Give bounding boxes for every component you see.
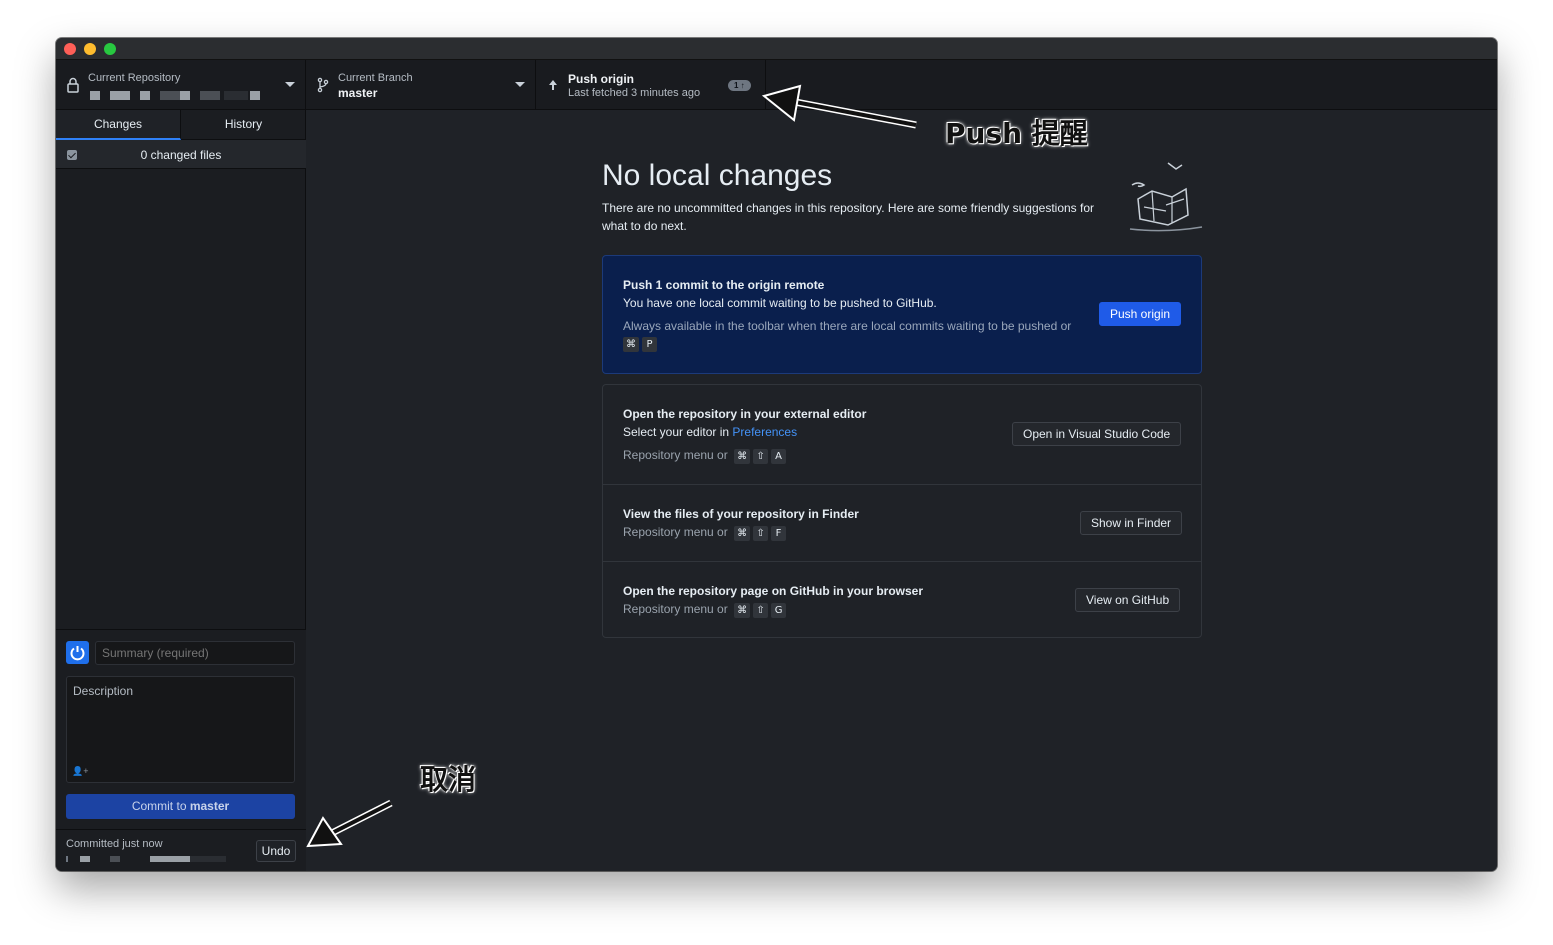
current-repository-dropdown[interactable]: Current Repository <box>56 60 306 110</box>
push-origin-title: Push origin <box>568 72 634 86</box>
close-window-button[interactable] <box>64 43 76 55</box>
changed-files-count: 0 changed files <box>140 148 222 162</box>
push-card-title: Push 1 commit to the origin remote <box>623 278 825 292</box>
p-key: P <box>642 337 657 352</box>
add-coauthor-icon[interactable]: 👤+ <box>72 766 88 777</box>
push-origin-card-button[interactable]: Push origin <box>1099 302 1182 326</box>
toolbar: Current Repository Current Branch master… <box>56 60 1497 110</box>
page-description: There are no uncommitted changes in this… <box>602 201 1095 233</box>
push-commit-card: Push 1 commit to the origin remote You h… <box>602 255 1202 374</box>
tab-history[interactable]: History <box>181 110 306 140</box>
push-reminder-annotation: Push 提醒 <box>945 117 1088 150</box>
current-branch-dropdown[interactable]: Current Branch master <box>306 60 536 110</box>
committed-just-now-text: Committed just now <box>66 838 163 850</box>
chevron-down-icon <box>285 82 295 87</box>
preferences-link[interactable]: Preferences <box>732 425 797 439</box>
g-key: G <box>771 603 787 618</box>
app-window: Current Repository Current Branch master… <box>56 38 1497 871</box>
empty-state-illustration-icon <box>1129 162 1203 232</box>
command-key: ⌘ <box>734 449 751 464</box>
shift-key: ⇧ <box>753 449 769 464</box>
view-on-github-suggestion: Open the repository page on GitHub in yo… <box>603 562 1201 638</box>
open-editor-title: Open the repository in your external edi… <box>623 407 867 421</box>
current-branch-name: master <box>338 86 378 100</box>
zoom-window-button[interactable] <box>104 43 116 55</box>
f-key: F <box>771 526 787 541</box>
shift-key: ⇧ <box>753 603 769 618</box>
avatar[interactable] <box>66 641 89 664</box>
sidebar-tabs: Changes History <box>56 110 306 140</box>
summary-input[interactable] <box>95 641 295 665</box>
commits-ahead-badge: 1 ↑ <box>728 80 751 91</box>
description-textarea[interactable]: Description 👤+ <box>66 676 295 783</box>
main-content: No local changes There are no uncommitte… <box>306 110 1497 871</box>
undo-commit-area: Committed just now Undo <box>56 829 306 871</box>
tab-changes[interactable]: Changes <box>56 110 181 140</box>
sidebar: Changes History 0 changed files Descript… <box>56 110 306 871</box>
show-in-finder-shortcut: Repository menu or ⌘ ⇧ F <box>623 525 787 541</box>
push-card-hint: Always available in the toolbar when the… <box>623 319 1072 333</box>
title-bar <box>56 38 1497 60</box>
open-editor-suggestion: Open the repository in your external edi… <box>603 385 1201 485</box>
open-editor-shortcut: Repository menu or ⌘ ⇧ A <box>623 448 787 464</box>
last-fetched-text: Last fetched 3 minutes ago <box>568 87 701 99</box>
shift-key: ⇧ <box>753 526 769 541</box>
minimize-window-button[interactable] <box>84 43 96 55</box>
arrow-up-icon <box>549 80 557 90</box>
view-on-github-shortcut: Repository menu or ⌘ ⇧ G <box>623 602 787 618</box>
changed-files-header: 0 changed files <box>56 140 306 169</box>
push-card-shortcut: ⌘ P <box>620 336 657 352</box>
open-in-vscode-button[interactable]: Open in Visual Studio Code <box>1012 422 1182 446</box>
command-key: ⌘ <box>734 603 751 618</box>
undo-button[interactable]: Undo <box>256 840 296 862</box>
show-in-finder-suggestion: View the files of your repository in Fin… <box>603 485 1201 562</box>
view-on-github-title: Open the repository page on GitHub in yo… <box>623 584 924 598</box>
current-repository-label: Current Repository <box>88 72 181 84</box>
view-on-github-button[interactable]: View on GitHub <box>1075 588 1181 612</box>
show-in-finder-title: View the files of your repository in Fin… <box>623 507 859 521</box>
suggestions-card: Open the repository in your external edi… <box>602 384 1202 638</box>
power-icon <box>70 646 85 661</box>
command-key: ⌘ <box>623 337 639 352</box>
show-in-finder-button[interactable]: Show in Finder <box>1080 511 1183 535</box>
push-card-description: You have one local commit waiting to be … <box>623 296 937 310</box>
description-placeholder: Description <box>73 684 134 698</box>
a-key: A <box>771 449 787 464</box>
lock-icon <box>67 77 79 93</box>
push-origin-button[interactable]: Push origin Last fetched 3 minutes ago 1… <box>536 60 766 110</box>
commit-button[interactable]: Commit to master <box>66 794 295 819</box>
commit-message-area: Description 👤+ Commit to master <box>56 629 306 829</box>
chevron-down-icon <box>515 82 525 87</box>
undo-annotation: 取消 <box>420 763 477 796</box>
current-branch-label: Current Branch <box>338 72 413 84</box>
command-key: ⌘ <box>734 526 751 541</box>
page-title: No local changes <box>602 159 833 192</box>
git-branch-icon <box>317 77 329 93</box>
commit-button-prefix: Commit to <box>131 799 190 813</box>
commit-button-branch: master <box>189 799 230 813</box>
open-editor-description: Select your editor in Preferences <box>623 425 798 439</box>
